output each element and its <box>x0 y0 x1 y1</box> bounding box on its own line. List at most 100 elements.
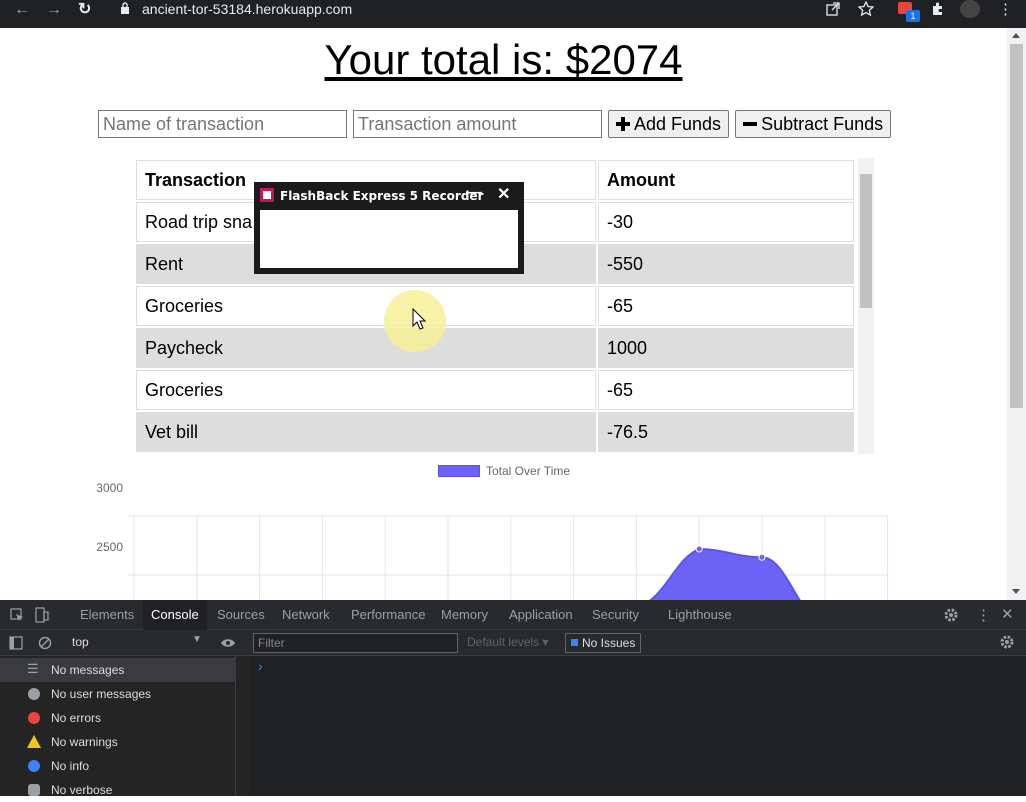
profile-avatar[interactable] <box>960 0 980 18</box>
issues-label: No Issues <box>582 636 636 650</box>
sidebar-item-warnings[interactable]: No warnings <box>0 730 236 754</box>
puzzle-icon[interactable] <box>930 1 946 17</box>
extension-badge: 1 <box>906 10 920 22</box>
transaction-amount: -65 <box>598 286 854 326</box>
tab-security[interactable]: Security <box>592 600 639 630</box>
recorder-minimize-button[interactable]: — <box>466 184 482 202</box>
page-scrollbar[interactable] <box>1007 28 1026 600</box>
add-funds-button[interactable]: Add Funds <box>608 110 730 138</box>
console-output[interactable]: › <box>250 656 1026 796</box>
settings-gear-icon[interactable] <box>944 608 958 622</box>
tab-application[interactable]: Application <box>509 600 573 630</box>
scroll-down-arrow[interactable] <box>1012 589 1020 594</box>
table-scrollbar[interactable] <box>858 158 874 454</box>
tab-performance[interactable]: Performance <box>351 600 425 630</box>
reload-button[interactable]: ↻ <box>78 0 91 20</box>
transaction-name: Groceries <box>136 286 596 326</box>
total-over-time-chart: 3000 2500 <box>96 481 889 600</box>
table-scrollbar-thumb[interactable] <box>860 174 872 308</box>
issues-icon <box>571 639 578 646</box>
transaction-amount: 1000 <box>598 328 854 368</box>
devtools-menu-icon[interactable]: ⋮ <box>976 606 991 624</box>
recorder-title: FlashBack Express 5 Recorder <box>280 189 484 203</box>
y-tick-label: 3000 <box>96 481 123 495</box>
console-toolbar: top ▼ Filter Default levels ▾ No Issues <box>0 630 1026 656</box>
table-row: Paycheck 1000 <box>136 328 854 368</box>
transaction-name: Paycheck <box>136 328 596 368</box>
page-scrollbar-thumb[interactable] <box>1010 44 1023 408</box>
console-filter-input[interactable]: Filter <box>253 633 458 653</box>
transaction-name: Groceries <box>136 370 596 410</box>
recorder-close-button[interactable]: ✕ <box>497 184 510 204</box>
sidebar-item-label: No user messages <box>51 687 152 701</box>
console-prompt[interactable]: › <box>258 658 263 674</box>
forward-button[interactable]: → <box>46 0 62 20</box>
clear-console-icon[interactable] <box>38 636 52 650</box>
devtools-close-icon[interactable]: ✕ <box>1001 605 1014 623</box>
transaction-amount: -65 <box>598 370 854 410</box>
user-icon <box>28 688 40 700</box>
legend-swatch <box>438 465 480 477</box>
sidebar-item-label: No messages <box>51 663 125 677</box>
transaction-form: Add Funds Subtract Funds <box>98 110 892 138</box>
minus-icon <box>743 122 758 126</box>
lock-icon <box>121 2 129 14</box>
sidebar-item-errors[interactable]: No errors <box>0 706 236 730</box>
inspect-element-icon[interactable] <box>10 608 24 622</box>
total-heading: Your total is: $2074 <box>324 36 683 83</box>
context-dropdown-icon[interactable]: ▼ <box>192 634 202 645</box>
sidebar-toggle-icon[interactable] <box>9 636 23 650</box>
table-row: Groceries -65 <box>136 286 854 326</box>
sidebar-item-messages[interactable]: ☰ No messages <box>0 658 236 682</box>
tab-lighthouse[interactable]: Lighthouse <box>668 600 732 630</box>
info-icon <box>28 760 40 772</box>
console-sidebar: ☰ No messages No user messages No errors… <box>0 656 236 797</box>
recorder-window[interactable]: FlashBack Express 5 Recorder — ✕ <box>254 182 524 274</box>
scroll-up-arrow[interactable] <box>1012 33 1020 38</box>
page-viewport: Your total is: $2074 Add Funds Subtract … <box>0 28 1007 600</box>
table-row: Vet bill -76.5 <box>136 412 854 452</box>
log-levels-dropdown[interactable]: Default levels ▾ <box>467 635 548 649</box>
tab-console[interactable]: Console <box>143 600 207 630</box>
console-settings-icon[interactable] <box>1000 635 1014 649</box>
transaction-name: Vet bill <box>136 412 596 452</box>
browser-toolbar: ← → ↻ ancient-tor-53184.herokuapp.com 1 … <box>0 0 1026 28</box>
back-button[interactable]: ← <box>14 0 30 20</box>
transaction-name-input[interactable] <box>98 110 347 138</box>
context-selector[interactable]: top <box>72 635 89 649</box>
bug-icon <box>28 784 40 796</box>
open-in-new-icon[interactable] <box>826 2 840 16</box>
subtract-funds-label: Subtract Funds <box>761 113 884 134</box>
tab-elements[interactable]: Elements <box>80 600 134 630</box>
devtools-panel: Elements Console Sources Network Perform… <box>0 600 1026 797</box>
sidebar-item-user-messages[interactable]: No user messages <box>0 682 236 706</box>
devtools-tabbar: Elements Console Sources Network Perform… <box>0 600 1026 630</box>
transaction-amount-input[interactable] <box>353 110 602 138</box>
transaction-amount: -550 <box>598 244 854 284</box>
sidebar-item-info[interactable]: No info <box>0 754 236 778</box>
issues-button[interactable]: No Issues <box>565 633 642 653</box>
sidebar-item-verbose[interactable]: No verbose <box>0 778 236 802</box>
chart-point <box>695 545 703 553</box>
sidebar-item-label: No errors <box>51 711 102 725</box>
header-amount: Amount <box>598 160 854 200</box>
chart-legend[interactable]: Total Over Time <box>438 464 570 478</box>
tab-memory[interactable]: Memory <box>441 600 488 630</box>
address-bar[interactable]: ancient-tor-53184.herokuapp.com <box>108 0 888 22</box>
subtract-funds-button[interactable]: Subtract Funds <box>735 110 892 138</box>
table-row: Groceries -65 <box>136 370 854 410</box>
add-funds-label: Add Funds <box>634 113 722 134</box>
tab-network[interactable]: Network <box>282 600 330 630</box>
sidebar-item-label: No info <box>51 759 90 773</box>
chart-point <box>758 553 766 561</box>
bookmark-star-icon[interactable] <box>858 1 874 17</box>
tab-sources[interactable]: Sources <box>217 600 265 630</box>
plus-icon <box>616 117 630 131</box>
eye-icon[interactable] <box>220 637 236 649</box>
error-icon <box>28 712 40 724</box>
device-toolbar-icon[interactable] <box>35 607 49 623</box>
transaction-amount: -76.5 <box>598 412 854 452</box>
browser-menu-icon[interactable]: ⋮ <box>998 0 1013 22</box>
y-tick-label: 2500 <box>96 540 123 554</box>
list-icon: ☰ <box>27 661 39 676</box>
